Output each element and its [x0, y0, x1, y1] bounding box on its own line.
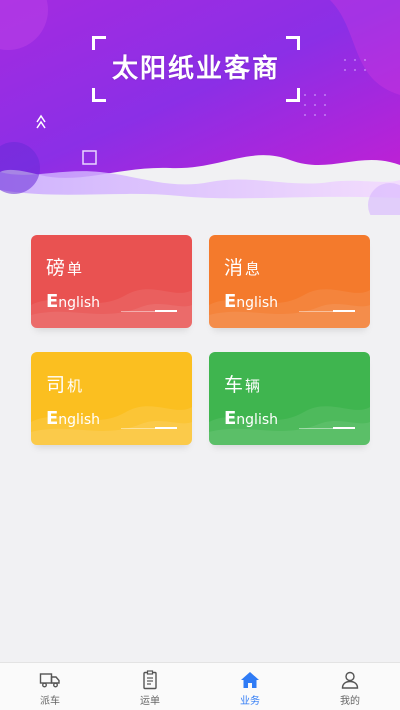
card-underline-accent	[155, 427, 177, 429]
tab-dispatch[interactable]: 派车	[0, 663, 100, 710]
card-subtitle-rest: nglish	[58, 295, 101, 311]
card-subtitle-initial: E	[46, 408, 59, 429]
title-frame: 太阳纸业客商	[92, 36, 300, 102]
card-subtitle-initial: E	[46, 291, 59, 312]
card-title-sub: 单	[67, 260, 83, 278]
card-title-sub: 机	[67, 377, 83, 395]
card-waves-decoration	[209, 289, 370, 328]
home-icon	[241, 672, 259, 688]
tab-business[interactable]: 业务	[200, 663, 300, 710]
card-messages[interactable]: 消息 English	[209, 235, 370, 328]
tab-label: 业务	[240, 696, 260, 707]
card-subtitle-rest: nglish	[236, 295, 279, 311]
card-subtitle: English	[46, 408, 100, 429]
hero-background	[0, 0, 400, 215]
card-waves-decoration	[31, 406, 192, 445]
tab-label: 运单	[140, 696, 160, 707]
truck-icon	[39, 673, 60, 688]
card-subtitle-rest: nglish	[58, 412, 101, 428]
card-weighbill[interactable]: 磅单 English	[31, 235, 192, 328]
card-underline-accent	[333, 310, 355, 312]
card-title-main: 磅	[46, 257, 66, 279]
card-title: 磅单	[46, 253, 82, 280]
card-title-main: 消	[224, 257, 244, 279]
card-title: 车辆	[224, 370, 260, 397]
card-title-main: 司	[46, 374, 66, 396]
page-title: 太阳纸业客商	[111, 54, 280, 84]
tab-label: 我的	[340, 696, 360, 707]
card-subtitle: English	[224, 291, 278, 312]
card-subtitle-rest: nglish	[236, 412, 279, 428]
tab-label: 派车	[40, 696, 60, 707]
tab-mine[interactable]: 我的	[300, 663, 400, 710]
user-icon	[341, 671, 359, 689]
card-underline-accent	[155, 310, 177, 312]
tab-waybill[interactable]: 运单	[100, 663, 200, 710]
card-drivers[interactable]: 司机 English	[31, 352, 192, 445]
card-vehicles[interactable]: 车辆 English	[209, 352, 370, 445]
bottom-tab-bar: 派车 运单 业务 我的	[0, 662, 400, 710]
card-title-sub: 息	[245, 260, 261, 278]
card-underline-accent	[333, 427, 355, 429]
hero-banner: 太阳纸业客商	[0, 0, 400, 215]
card-waves-decoration	[31, 289, 192, 328]
card-waves-decoration	[209, 406, 370, 445]
card-title: 司机	[46, 370, 82, 397]
card-subtitle: English	[46, 291, 100, 312]
card-title-sub: 辆	[245, 377, 261, 395]
card-subtitle-initial: E	[224, 291, 237, 312]
card-subtitle: English	[224, 408, 278, 429]
clipboard-icon	[143, 670, 157, 690]
card-subtitle-initial: E	[224, 408, 237, 429]
card-title: 消息	[224, 253, 260, 280]
card-title-main: 车	[224, 374, 244, 396]
